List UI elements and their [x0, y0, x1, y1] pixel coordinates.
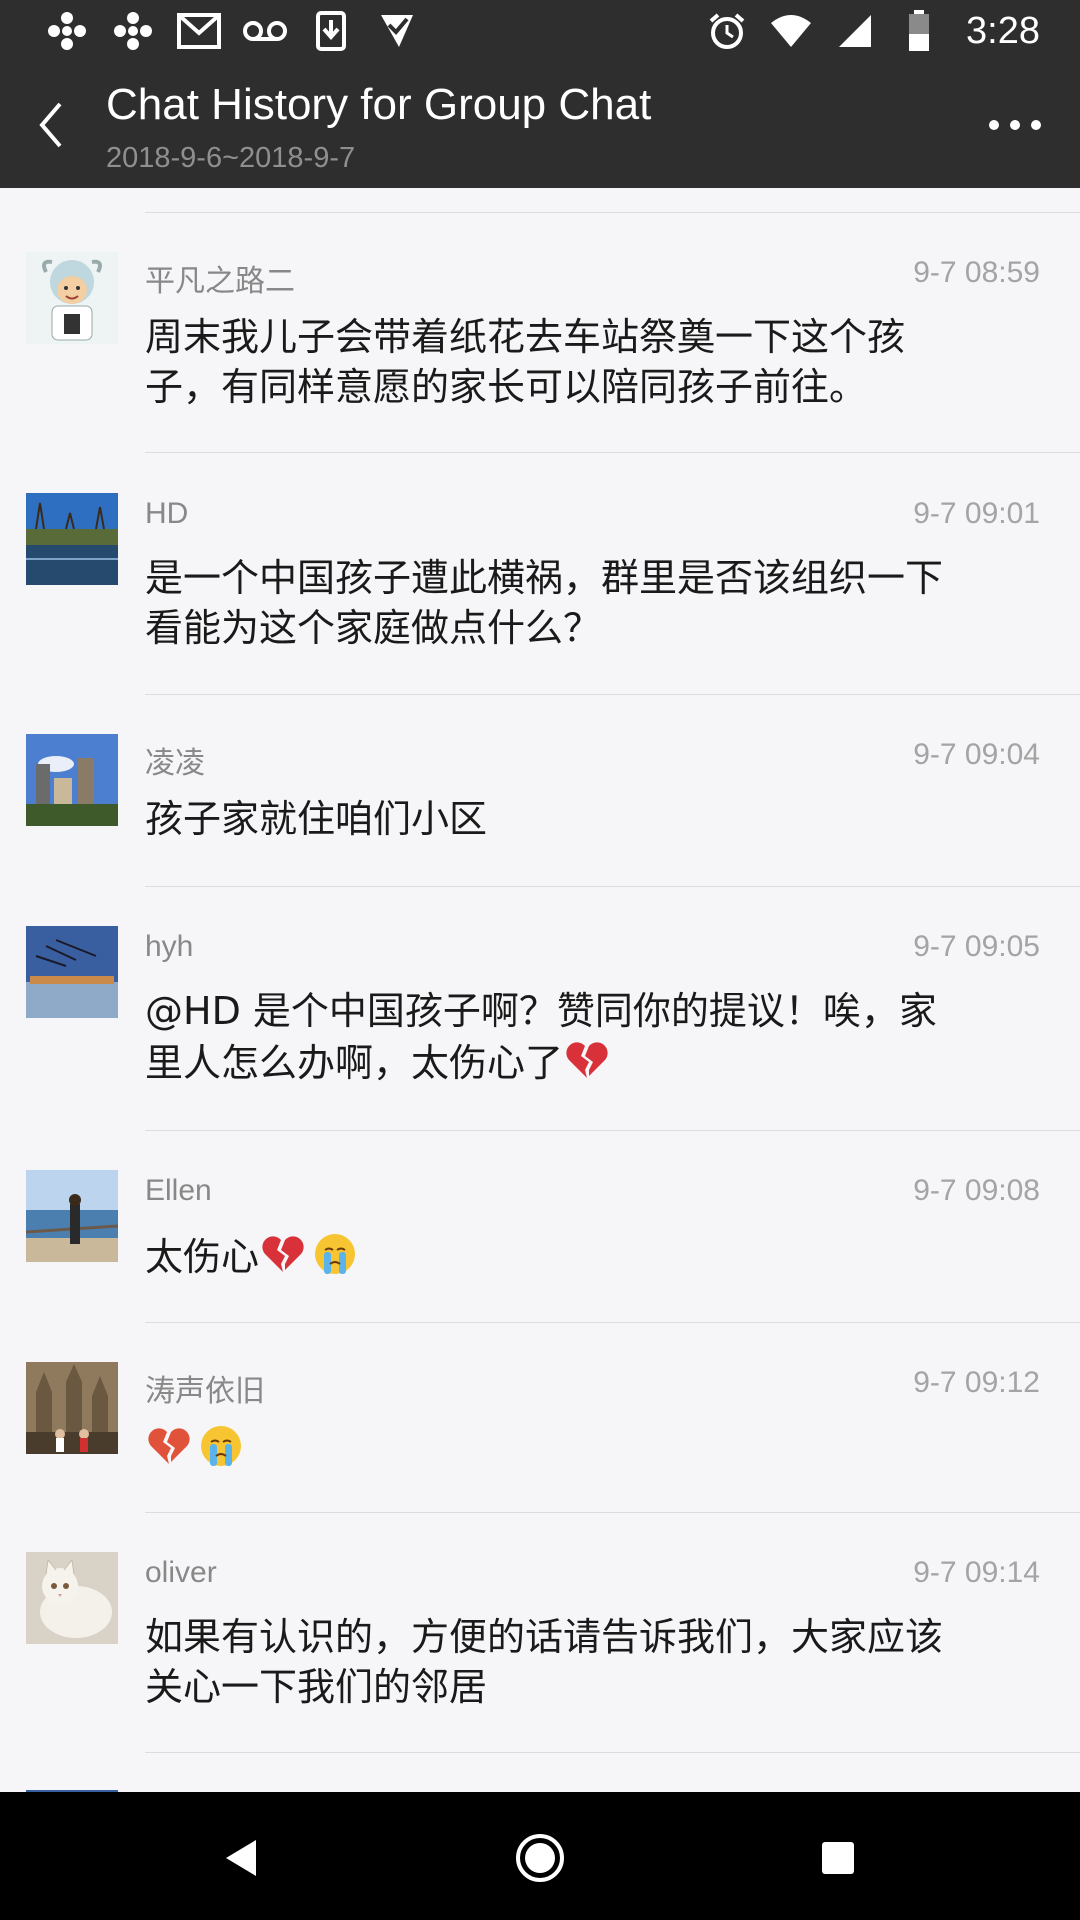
broken-heart-icon — [566, 1042, 608, 1078]
avatar[interactable] — [26, 493, 118, 585]
notification-icons — [44, 8, 420, 54]
more-options-button[interactable] — [984, 108, 1046, 142]
home-circle-icon — [516, 1834, 564, 1882]
message-line: 如果有认识的，方便的话请告诉我们，大家应该 — [145, 1615, 944, 1659]
divider — [145, 694, 1080, 695]
nav-back-button[interactable] — [210, 1828, 270, 1888]
message-line — [145, 1422, 1045, 1474]
avatar[interactable] — [26, 734, 118, 826]
broken-heart-icon — [262, 1236, 304, 1272]
sender-name: oliver — [145, 1556, 217, 1589]
clock: 3:28 — [966, 9, 1040, 52]
nav-home-button[interactable] — [510, 1828, 570, 1888]
recents-square-icon — [822, 1842, 854, 1874]
message-text — [145, 1422, 1045, 1474]
message-text: 周末我儿子会带着纸花去车站祭奠一下这个孩 子，有同样意愿的家长可以陪同孩子前往。 — [145, 312, 1045, 412]
cbc-icon — [110, 8, 156, 54]
battery-icon — [896, 8, 942, 54]
sea-avatar-image — [26, 1170, 118, 1262]
wifi-icon — [768, 8, 814, 54]
message-time: 9-7 08:59 — [913, 256, 1040, 289]
message-line-text: 里人怎么办啊，太伤心了 — [145, 1041, 564, 1085]
chat-history-list[interactable]: 平凡之路二 9-7 08:59 周末我儿子会带着纸花去车站祭奠一下这个孩 子，有… — [0, 188, 1080, 1792]
alarm-icon — [704, 8, 750, 54]
skyline-avatar-image — [26, 926, 118, 1018]
message-time: 9-7 09:01 — [913, 497, 1040, 530]
back-button[interactable] — [26, 90, 76, 160]
divider — [145, 1130, 1080, 1131]
message-time: 9-7 09:08 — [913, 1174, 1040, 1207]
message-line: 孩子家就住咱们小区 — [145, 797, 488, 841]
avatar[interactable] — [26, 1170, 118, 1262]
sender-name: HD — [145, 497, 189, 530]
message-text: 太伤心 — [145, 1230, 1045, 1282]
message-line: 看能为这个家庭做点什么？ — [145, 606, 602, 650]
chevron-left-icon — [39, 102, 62, 148]
message-time: 9-7 09:04 — [913, 738, 1040, 771]
message-line: 是一个中国孩子遭此横祸，群里是否该组织一下 — [145, 556, 944, 600]
sender-name: hyh — [145, 930, 194, 963]
signal-icon — [832, 8, 878, 54]
nav-recents-button[interactable] — [808, 1828, 868, 1888]
navigation-bar — [0, 1792, 1080, 1920]
check-app-icon — [374, 8, 420, 54]
message-text: 孩子家就住咱们小区 — [145, 794, 1045, 844]
message-text: 是一个中国孩子遭此横祸，群里是否该组织一下 看能为这个家庭做点什么？ — [145, 553, 1045, 653]
page-title: Chat History for Group Chat — [106, 80, 652, 129]
divider — [145, 212, 1080, 213]
message-text: @HD 是个中国孩子啊？赞同你的提议！唉，家 里人怎么办啊，太伤心了 — [145, 986, 1045, 1088]
sender-name: Ellen — [145, 1174, 212, 1207]
date-range: 2018-9-6~2018-9-7 — [106, 142, 356, 174]
message-line: 里人怎么办啊，太伤心了 — [145, 1036, 1045, 1088]
river-avatar-image — [26, 493, 118, 585]
message-line: 太伤心 — [145, 1230, 1045, 1282]
divider — [145, 1752, 1080, 1753]
back-triangle-icon — [226, 1840, 256, 1876]
message-time: 9-7 09:14 — [913, 1556, 1040, 1589]
sender-name: 平凡之路二 — [145, 265, 295, 298]
divider — [145, 1322, 1080, 1323]
system-icons: 3:28 — [704, 8, 1040, 54]
crying-face-icon — [315, 1234, 356, 1274]
divider — [145, 1512, 1080, 1513]
avatar[interactable] — [26, 1362, 118, 1454]
message-line: 子，有同样意愿的家长可以陪同孩子前往。 — [145, 365, 868, 409]
avatar[interactable] — [26, 252, 118, 344]
message-line: 关心一下我们的邻居 — [145, 1665, 488, 1709]
cat-avatar-image — [26, 1552, 118, 1644]
gmail-icon — [176, 8, 222, 54]
broken-heart-icon — [148, 1428, 190, 1464]
avatar[interactable] — [26, 1552, 118, 1644]
sender-name: 凌凌 — [145, 747, 205, 780]
status-bar: 3:28 — [0, 0, 1080, 62]
voicemail-icon — [242, 8, 288, 54]
cartoon-avatar-image — [26, 252, 118, 344]
more-dots-icon — [989, 120, 1041, 130]
city-avatar-image — [26, 734, 118, 826]
message-line: 周末我儿子会带着纸花去车站祭奠一下这个孩 — [145, 315, 906, 359]
message-text: 如果有认识的，方便的话请告诉我们，大家应该 关心一下我们的邻居 — [145, 1612, 1045, 1712]
message-time: 9-7 09:12 — [913, 1366, 1040, 1399]
message-line-text: 太伤心 — [145, 1235, 260, 1279]
crying-face-icon — [201, 1426, 241, 1466]
divider — [145, 452, 1080, 453]
app-header: Chat History for Group Chat 2018-9-6~201… — [0, 62, 1080, 188]
message-time: 9-7 09:05 — [913, 930, 1040, 963]
cbc-icon — [44, 8, 90, 54]
cathedral-avatar-image — [26, 1362, 118, 1454]
divider — [145, 886, 1080, 887]
message-line: @HD 是个中国孩子啊？赞同你的提议！唉，家 — [145, 989, 937, 1033]
avatar[interactable] — [26, 926, 118, 1018]
download-icon — [308, 8, 354, 54]
sender-name: 涛声依旧 — [145, 1375, 265, 1408]
